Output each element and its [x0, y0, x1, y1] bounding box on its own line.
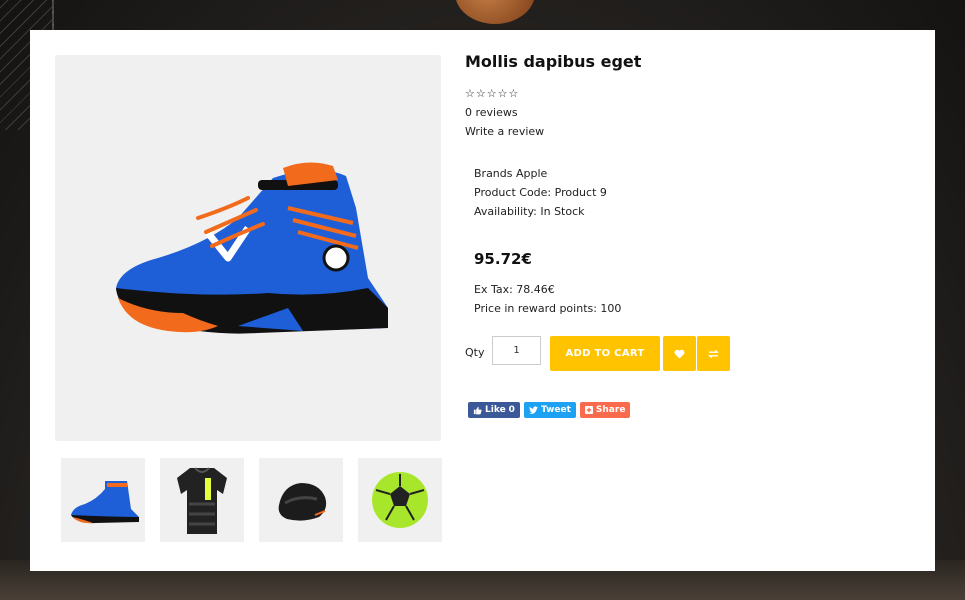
share-button[interactable]: Share: [579, 402, 631, 418]
quantity-input[interactable]: [492, 336, 541, 365]
compare-arrows-icon: [708, 349, 719, 358]
availability-info: Availability: In Stock: [474, 205, 585, 218]
product-panel: Mollis dapibus eget ☆☆☆☆☆ 0 reviews Writ…: [30, 30, 935, 571]
write-review-link[interactable]: Write a review: [465, 125, 544, 138]
reviews-count-link[interactable]: 0 reviews: [465, 106, 518, 119]
product-price: 95.72€: [474, 250, 532, 268]
basketball-shoe-image: [116, 162, 388, 334]
tweet-label: Tweet: [540, 405, 571, 415]
ex-tax-price: Ex Tax: 78.46€: [474, 283, 555, 296]
product-title: Mollis dapibus eget: [465, 52, 642, 71]
thumbnail-strip: [61, 458, 442, 542]
brand-info: Brands Apple: [474, 167, 548, 180]
twitter-bird-icon: [528, 406, 538, 414]
reward-points: Price in reward points: 100: [474, 302, 622, 315]
heart-icon: [674, 349, 685, 359]
thumbnail-soccer-ball[interactable]: [358, 458, 442, 542]
product-code-info: Product Code: Product 9: [474, 186, 607, 199]
add-to-cart-button[interactable]: ADD TO CART: [550, 336, 660, 371]
thumbnail-basketball-shoe[interactable]: [61, 458, 145, 542]
thumbnail-black-shoe[interactable]: [259, 458, 343, 542]
social-share-bar: Like 0 Tweet Share: [468, 402, 631, 418]
qty-label: Qty: [465, 346, 485, 359]
thumbnail-sports-jersey[interactable]: [160, 458, 244, 542]
like-count: 0: [508, 405, 515, 415]
like-label: Like: [485, 405, 506, 415]
add-to-wishlist-button[interactable]: [663, 336, 696, 371]
share-label: Share: [595, 405, 626, 415]
product-info-list: Brands Apple Product Code: Product 9 Ava…: [474, 164, 607, 221]
plus-icon: [584, 406, 593, 414]
background-basketball: [455, 0, 535, 24]
tweet-button[interactable]: Tweet: [523, 402, 576, 418]
thumbs-up-icon: [473, 406, 482, 414]
price-details: Ex Tax: 78.46€ Price in reward points: 1…: [474, 280, 621, 318]
rating-stars: ☆☆☆☆☆: [465, 87, 520, 100]
facebook-like-button[interactable]: Like 0: [468, 402, 520, 418]
main-product-image[interactable]: [55, 55, 441, 441]
compare-button[interactable]: [697, 336, 730, 371]
